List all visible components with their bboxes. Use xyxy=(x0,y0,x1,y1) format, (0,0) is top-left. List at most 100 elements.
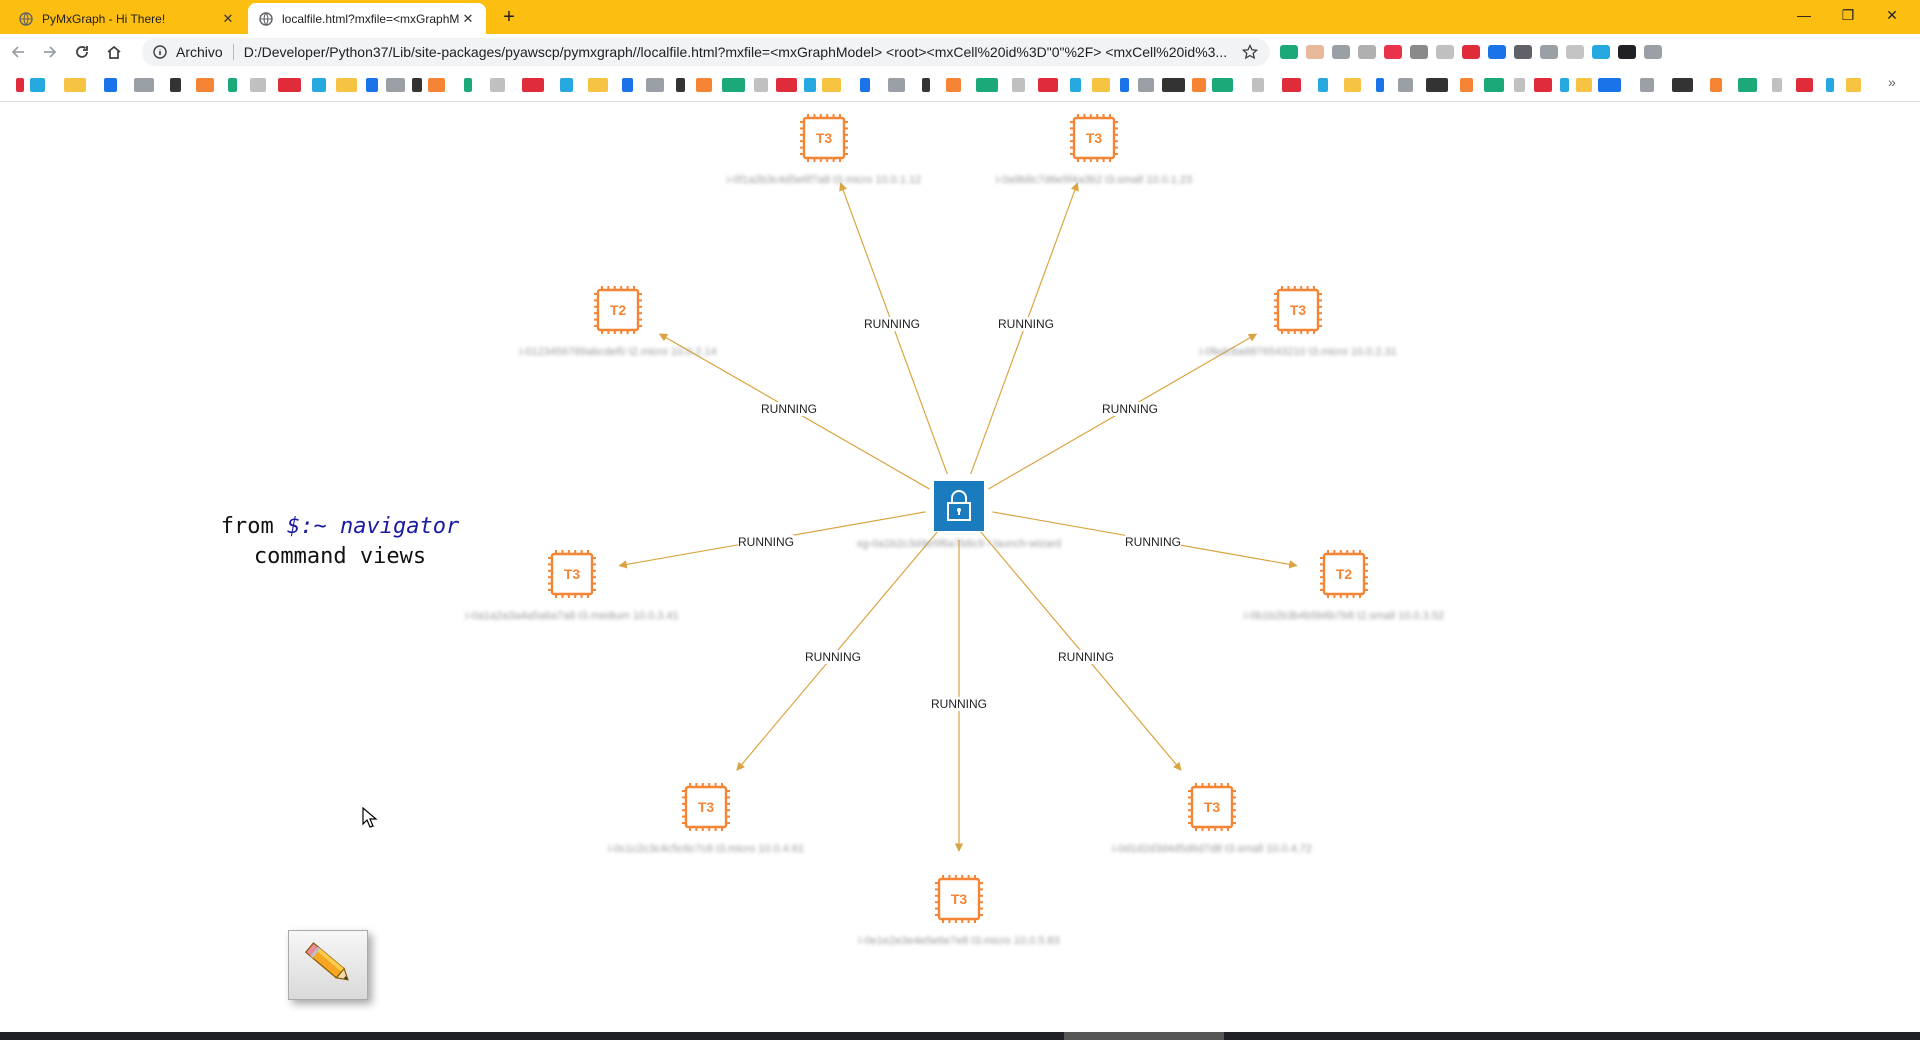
bookmark-icon[interactable] xyxy=(1514,78,1525,92)
address-url[interactable]: D:/Developer/Python37/Lib/site-packages/… xyxy=(244,44,1238,60)
bookmark-icon[interactable] xyxy=(776,78,797,92)
bookmark-icon[interactable] xyxy=(946,78,961,92)
bookmark-icon[interactable] xyxy=(1212,78,1233,92)
bookmark-icon[interactable] xyxy=(336,78,357,92)
bookmark-icon[interactable] xyxy=(278,78,301,92)
ec2-instance-node[interactable]: T3 xyxy=(548,550,596,598)
bookmark-icon[interactable] xyxy=(1846,78,1861,92)
bookmark-icon[interactable] xyxy=(976,78,998,92)
address-bar[interactable]: Archivo D:/Developer/Python37/Lib/site-p… xyxy=(142,38,1270,66)
extension-icon[interactable] xyxy=(1566,45,1584,59)
bookmark-icon[interactable] xyxy=(1038,78,1058,92)
bookmark-icon[interactable] xyxy=(428,78,445,92)
bookmark-icon[interactable] xyxy=(1426,78,1448,92)
bookmark-icon[interactable] xyxy=(1710,78,1722,92)
extension-icon[interactable] xyxy=(1488,45,1506,59)
edit-button[interactable] xyxy=(288,930,368,1000)
bookmark-icon[interactable] xyxy=(312,78,326,92)
minimize-button[interactable]: — xyxy=(1782,0,1826,30)
bookmark-icon[interactable] xyxy=(1398,78,1413,92)
home-icon[interactable] xyxy=(100,38,128,66)
extension-icon[interactable] xyxy=(1618,45,1636,59)
extension-icon[interactable] xyxy=(1436,45,1454,59)
bookmark-icon[interactable] xyxy=(1772,78,1782,92)
bookmark-icon[interactable] xyxy=(196,78,214,92)
bookmark-icon[interactable] xyxy=(754,78,768,92)
ec2-instance-node[interactable]: T2 xyxy=(594,286,642,334)
bookmark-icon[interactable] xyxy=(1460,78,1473,92)
tab-pymxgraph[interactable]: PyMxGraph - Hi There! ✕ xyxy=(8,3,246,34)
bookmark-icon[interactable] xyxy=(588,78,608,92)
bookmark-icon[interactable] xyxy=(1282,78,1301,92)
bookmark-icon[interactable] xyxy=(1376,78,1384,92)
bookmark-icon[interactable] xyxy=(464,78,472,92)
bookmark-icon[interactable] xyxy=(412,78,422,92)
bookmark-icon[interactable] xyxy=(1560,78,1569,92)
bookmark-icon[interactable] xyxy=(228,78,237,92)
ec2-instance-node[interactable]: T3 xyxy=(1070,114,1118,162)
bookmark-icon[interactable] xyxy=(560,78,573,92)
extension-icon[interactable] xyxy=(1410,45,1428,59)
bookmark-icon[interactable] xyxy=(1120,78,1129,92)
bookmark-icon[interactable] xyxy=(386,78,405,92)
bookmark-icon[interactable] xyxy=(1738,78,1757,92)
bookmark-icon[interactable] xyxy=(888,78,905,92)
ec2-instance-node[interactable]: T3 xyxy=(682,783,730,831)
bookmark-icon[interactable] xyxy=(646,78,664,92)
extension-icon[interactable] xyxy=(1306,45,1324,59)
window-close-button[interactable]: ✕ xyxy=(1870,0,1914,30)
bookmark-icon[interactable] xyxy=(250,78,266,92)
bookmark-icon[interactable] xyxy=(676,78,685,92)
extension-icon[interactable] xyxy=(1514,45,1532,59)
bookmark-icon[interactable] xyxy=(1344,78,1361,92)
bookmark-icon[interactable] xyxy=(1598,78,1621,92)
extension-icon[interactable] xyxy=(1462,45,1480,59)
extension-icon[interactable] xyxy=(1592,45,1610,59)
extension-icon[interactable] xyxy=(1280,45,1298,59)
close-icon[interactable]: ✕ xyxy=(220,11,236,27)
tab-localfile[interactable]: localfile.html?mxfile=<mxGraphM ✕ xyxy=(248,3,486,34)
bookmark-icon[interactable] xyxy=(104,78,117,92)
extension-icon[interactable] xyxy=(1644,45,1662,59)
bookmark-icon[interactable] xyxy=(1640,78,1654,92)
bookmark-icon[interactable] xyxy=(30,78,45,92)
bookmark-icon[interactable] xyxy=(622,78,633,92)
bookmark-icon[interactable] xyxy=(1092,78,1110,92)
ec2-instance-node[interactable]: T3 xyxy=(1188,783,1236,831)
extension-icon[interactable] xyxy=(1358,45,1376,59)
bookmark-icon[interactable] xyxy=(696,78,712,92)
bookmark-icon[interactable] xyxy=(134,78,154,92)
bookmark-icon[interactable] xyxy=(1162,78,1185,92)
bookmarks-overflow-icon[interactable]: » xyxy=(1888,74,1896,90)
security-group-node[interactable] xyxy=(934,481,984,531)
bookmark-icon[interactable] xyxy=(1534,78,1552,92)
bookmark-icon[interactable] xyxy=(16,78,24,92)
extension-icon[interactable] xyxy=(1540,45,1558,59)
bookmark-icon[interactable] xyxy=(522,78,544,92)
bookmark-icon[interactable] xyxy=(822,78,841,92)
bookmark-icon[interactable] xyxy=(366,78,378,92)
bookmark-icon[interactable] xyxy=(1796,78,1813,92)
bookmark-icon[interactable] xyxy=(64,78,86,92)
bookmark-icon[interactable] xyxy=(170,78,181,92)
star-icon[interactable] xyxy=(1238,44,1262,60)
new-tab-button[interactable]: + xyxy=(498,7,520,29)
bookmark-icon[interactable] xyxy=(922,78,930,92)
extension-icon[interactable] xyxy=(1384,45,1402,59)
extension-icon[interactable] xyxy=(1332,45,1350,59)
bookmark-icon[interactable] xyxy=(1252,78,1264,92)
ec2-instance-node[interactable]: T3 xyxy=(935,875,983,923)
ec2-instance-node[interactable]: T3 xyxy=(1274,286,1322,334)
bookmark-icon[interactable] xyxy=(1484,78,1504,92)
bookmark-icon[interactable] xyxy=(490,78,505,92)
back-arrow-icon[interactable] xyxy=(4,38,32,66)
close-icon[interactable]: ✕ xyxy=(460,11,476,27)
bookmark-icon[interactable] xyxy=(1672,78,1693,92)
bookmark-icon[interactable] xyxy=(1576,78,1592,92)
bookmark-icon[interactable] xyxy=(1012,78,1025,92)
bookmark-icon[interactable] xyxy=(722,78,745,92)
restore-button[interactable]: ❐ xyxy=(1826,0,1870,30)
bookmark-icon[interactable] xyxy=(1318,78,1328,92)
ec2-instance-node[interactable]: T2 xyxy=(1320,550,1368,598)
bookmark-icon[interactable] xyxy=(860,78,870,92)
